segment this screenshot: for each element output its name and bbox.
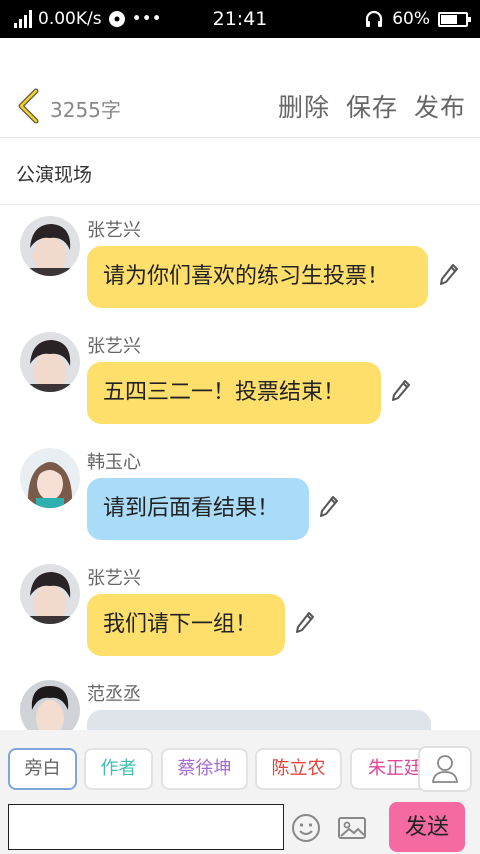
input-bar: 发送 bbox=[0, 800, 480, 854]
message-item: 范丞丞 bbox=[0, 670, 480, 730]
avatar[interactable] bbox=[20, 564, 80, 624]
back-arrow-icon[interactable] bbox=[14, 88, 44, 124]
pencil-icon[interactable] bbox=[318, 494, 340, 520]
role-label: 旁白 bbox=[24, 758, 61, 779]
role-selector-bar: 旁白 作者 蔡徐坤 陈立农 朱正廷 bbox=[0, 730, 480, 800]
pencil-icon[interactable] bbox=[438, 262, 460, 288]
speaker-name: 张艺兴 bbox=[87, 336, 141, 357]
pencil-icon[interactable] bbox=[390, 378, 412, 404]
message-item: 张艺兴 请为你们喜欢的练习生投票！ bbox=[0, 206, 480, 316]
role-narration[interactable]: 旁白 bbox=[8, 748, 77, 790]
word-count: 3255字 bbox=[50, 98, 121, 122]
message-input[interactable] bbox=[8, 804, 284, 850]
delete-button[interactable]: 删除 bbox=[278, 88, 330, 124]
speaker-name: 张艺兴 bbox=[87, 568, 141, 589]
publish-button[interactable]: 发布 bbox=[414, 88, 466, 124]
message-bubble[interactable]: 我们请下一组！ bbox=[87, 594, 285, 656]
pencil-icon[interactable] bbox=[294, 610, 316, 636]
speaker-name: 韩玉心 bbox=[87, 452, 141, 473]
message-bubble[interactable]: 请到后面看结果！ bbox=[87, 478, 309, 540]
editor-header: 3255字 删除 保存 发布 bbox=[0, 38, 480, 138]
role-label: 陈立农 bbox=[271, 758, 326, 779]
role-author[interactable]: 作者 bbox=[84, 748, 153, 790]
headphones-icon bbox=[366, 10, 383, 27]
scene-title-row[interactable]: 公演现场 bbox=[0, 139, 480, 205]
emoji-icon[interactable] bbox=[290, 812, 322, 844]
role-cai-xukun[interactable]: 蔡徐坤 bbox=[161, 748, 248, 790]
role-label: 朱正廷 bbox=[368, 758, 422, 779]
message-item: 韩玉心 请到后面看结果！ bbox=[0, 438, 480, 548]
message-bubble[interactable]: 请为你们喜欢的练习生投票！ bbox=[87, 246, 428, 308]
role-label: 蔡徐坤 bbox=[177, 758, 232, 779]
message-item: 张艺兴 我们请下一组！ bbox=[0, 554, 480, 664]
status-bar: 0.00K/s ••• 21:41 60% bbox=[0, 0, 480, 38]
image-icon[interactable] bbox=[336, 812, 368, 844]
chat-list[interactable]: 张艺兴 请为你们喜欢的练习生投票！ 张艺兴 五四三二一！投票结束！ 韩玉心 请到… bbox=[0, 206, 480, 730]
add-role-button[interactable] bbox=[418, 746, 472, 792]
battery-icon bbox=[438, 11, 471, 27]
speaker-name: 张艺兴 bbox=[87, 220, 141, 241]
speaker-name: 范丞丞 bbox=[87, 684, 141, 705]
status-right: 60% bbox=[364, 6, 471, 32]
role-chen-linong[interactable]: 陈立农 bbox=[255, 748, 342, 790]
message-bubble[interactable] bbox=[87, 710, 431, 730]
message-item: 张艺兴 五四三二一！投票结束！ bbox=[0, 322, 480, 432]
save-button[interactable]: 保存 bbox=[346, 88, 398, 124]
header-actions: 删除 保存 发布 bbox=[278, 88, 466, 124]
avatar[interactable] bbox=[20, 332, 80, 392]
avatar[interactable] bbox=[20, 216, 80, 276]
avatar[interactable] bbox=[20, 448, 80, 508]
battery-percent: 60% bbox=[392, 9, 430, 29]
send-button[interactable]: 发送 bbox=[389, 802, 465, 852]
avatar[interactable] bbox=[20, 680, 80, 730]
scene-title: 公演现场 bbox=[16, 164, 93, 186]
message-bubble[interactable]: 五四三二一！投票结束！ bbox=[87, 362, 381, 424]
person-icon bbox=[432, 755, 458, 783]
role-label: 作者 bbox=[100, 758, 137, 779]
